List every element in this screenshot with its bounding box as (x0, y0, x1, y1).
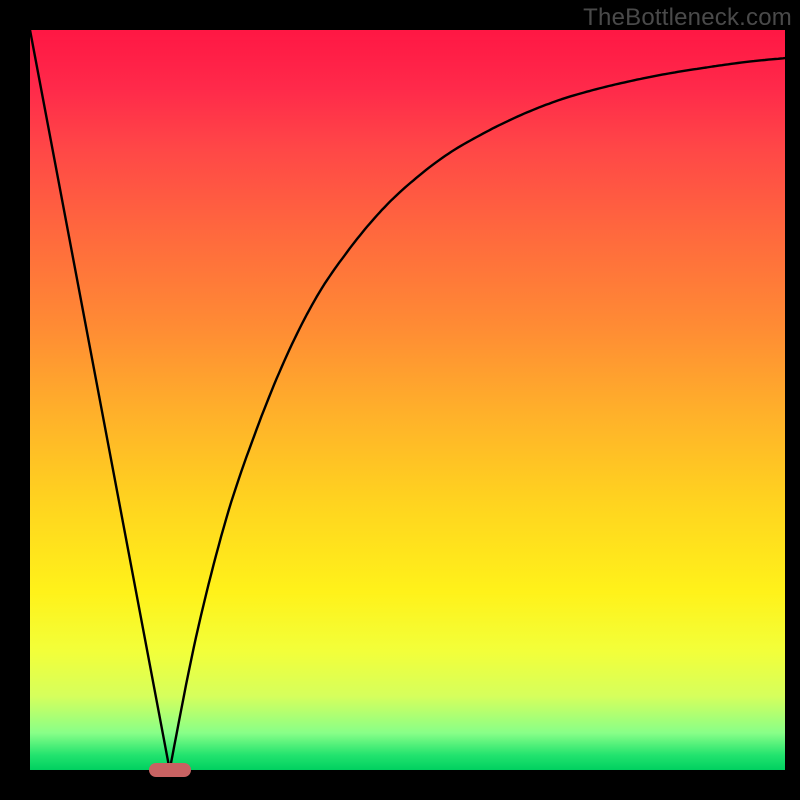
optimum-marker (149, 763, 191, 777)
chart-frame: TheBottleneck.com (0, 0, 800, 800)
curve-path (30, 30, 785, 770)
plot-area (30, 30, 785, 770)
watermark-text: TheBottleneck.com (583, 4, 792, 32)
bottleneck-curve (30, 30, 785, 770)
